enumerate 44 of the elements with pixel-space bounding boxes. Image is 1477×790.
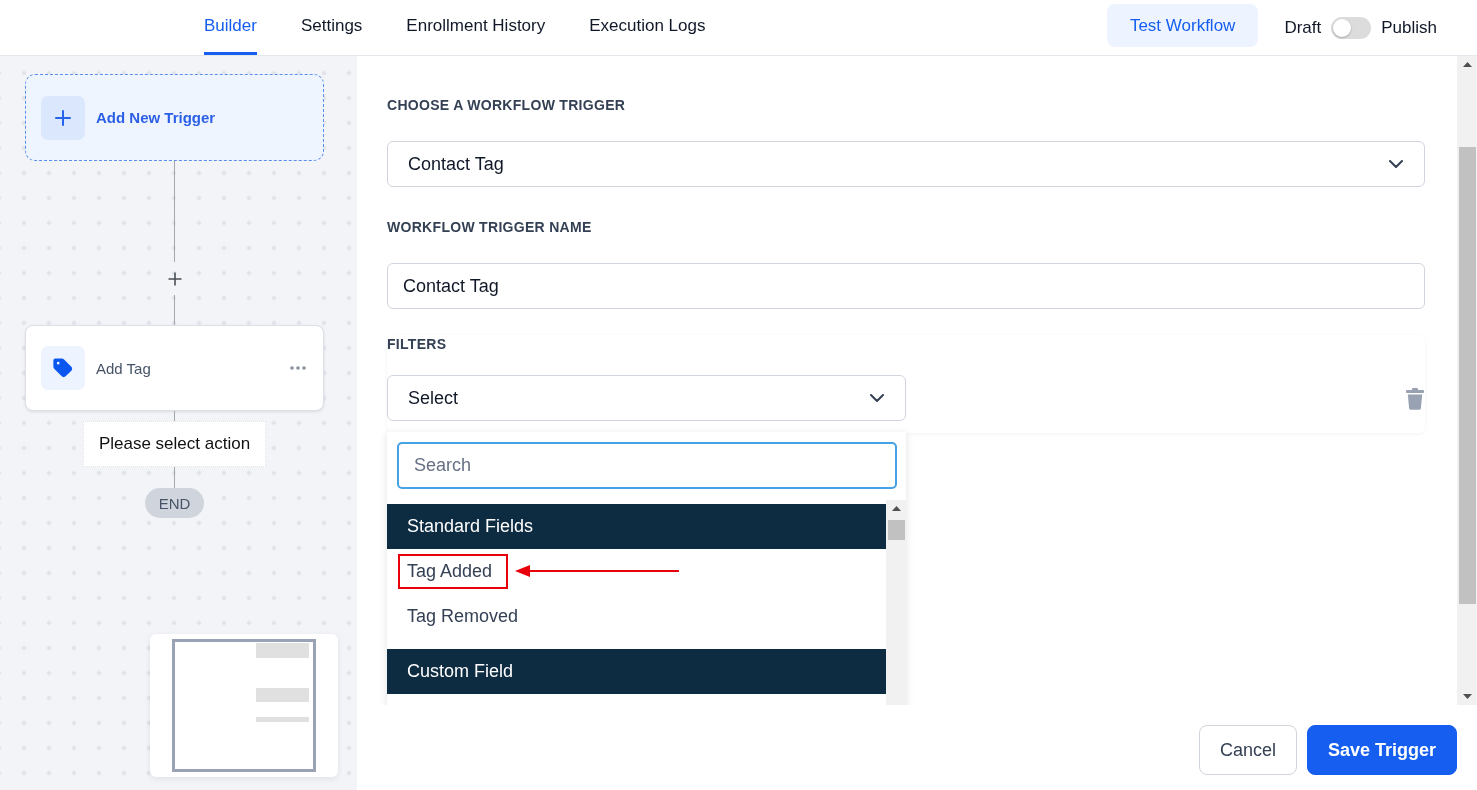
tab[interactable]: Settings: [300, 0, 363, 55]
scrollbar[interactable]: [1457, 56, 1477, 705]
test-workflow-button[interactable]: Test Workflow: [1106, 4, 1259, 47]
more-icon[interactable]: [290, 366, 306, 370]
dropdown-option[interactable]: Tag Removed: [387, 594, 886, 639]
trigger-label: Add New Trigger: [96, 109, 216, 126]
trash-icon[interactable]: [1406, 386, 1424, 410]
down-arrow-icon[interactable]: [1462, 694, 1472, 699]
save-button[interactable]: Save Trigger: [1306, 725, 1457, 775]
publish-label: Publish: [1381, 17, 1437, 38]
trigger-name-field[interactable]: Contact Tag: [387, 263, 1425, 309]
connector-line: [174, 411, 175, 421]
up-arrow-icon[interactable]: [1462, 62, 1472, 67]
draft-label: Draft: [1284, 17, 1322, 38]
group-header: Standard Fields: [387, 504, 886, 549]
action-node[interactable]: Add Tag: [25, 325, 324, 411]
section-label: CHOOSE A WORKFLOW TRIGGER: [387, 97, 627, 113]
minimap[interactable]: [150, 634, 338, 777]
chevron-down-icon: [870, 394, 884, 402]
filter-select[interactable]: Select: [387, 375, 906, 421]
group-header: Custom Field: [387, 649, 886, 694]
action-hint: Please select action: [83, 421, 266, 467]
section-label: FILTERS: [387, 336, 448, 352]
up-arrow-icon[interactable]: [891, 506, 901, 511]
scrollbar[interactable]: [886, 500, 906, 705]
tab[interactable]: Enrollment History: [406, 0, 546, 55]
cancel-button[interactable]: Cancel: [1198, 725, 1297, 775]
scrollbar-thumb[interactable]: [887, 520, 905, 540]
trigger-select[interactable]: Contact Tag: [387, 141, 1425, 187]
plus-icon[interactable]: [167, 272, 182, 286]
publish-toggle[interactable]: [1331, 16, 1372, 39]
chevron-down-icon: [1389, 160, 1403, 168]
tab[interactable]: Execution Logs: [589, 0, 706, 55]
scrollbar-thumb[interactable]: [1458, 147, 1476, 604]
end-node: END: [145, 488, 204, 518]
tag-icon: [41, 346, 85, 390]
search-field[interactable]: Search: [397, 442, 897, 489]
action-label: Add Tag: [96, 359, 152, 377]
connector-line: [174, 467, 175, 488]
trigger-node[interactable]: Add New Trigger: [25, 74, 324, 161]
dropdown-option[interactable]: Tag Added: [387, 549, 886, 594]
plus-icon: [41, 95, 85, 140]
connector-line: [174, 295, 175, 325]
section-label: WORKFLOW TRIGGER NAME: [387, 219, 593, 235]
